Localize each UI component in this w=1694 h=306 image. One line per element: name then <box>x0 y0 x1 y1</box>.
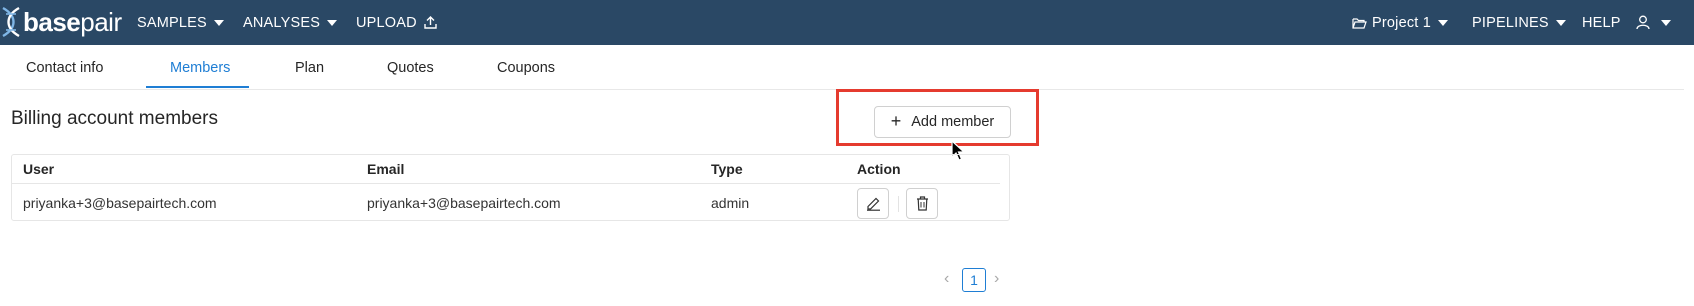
column-header-user: User <box>23 161 55 177</box>
column-header-email: Email <box>367 161 405 177</box>
members-table: User Email Type Action priyanka+3@basepa… <box>11 154 1010 221</box>
chevron-left-icon[interactable]: ‹ <box>944 270 949 288</box>
edit-icon <box>866 197 880 211</box>
column-header-type: Type <box>711 161 743 177</box>
nav-help-label: HELP <box>1582 14 1621 31</box>
nav-analyses-label: ANALYSES <box>243 14 321 31</box>
tab-plan[interactable]: Plan <box>295 45 324 90</box>
cell-user: priyanka+3@basepairtech.com <box>23 195 217 211</box>
nav-upload-label: UPLOAD <box>356 14 417 31</box>
nav-pipelines-label: PIPELINES <box>1472 14 1549 31</box>
tab-quotes[interactable]: Quotes <box>387 45 434 90</box>
tab-label: Contact info <box>26 59 104 76</box>
chevron-right-icon[interactable]: › <box>994 270 999 288</box>
basepair-logo[interactable]: basepair <box>0 5 122 39</box>
section-title: Billing account members <box>11 108 218 129</box>
header-divider <box>12 183 1000 184</box>
tab-contact-info[interactable]: Contact info <box>26 45 103 90</box>
upload-icon <box>424 16 437 29</box>
folder-icon <box>1352 17 1367 29</box>
caret-down-icon <box>327 20 338 26</box>
top-navbar: basepair SAMPLES ANALYSES UPLOAD Project… <box>0 0 1694 45</box>
user-icon <box>1636 15 1650 30</box>
edit-member-button[interactable] <box>857 188 889 219</box>
tab-members[interactable]: Members <box>170 45 230 90</box>
caret-down-icon <box>1661 20 1671 26</box>
caret-down-icon <box>213 20 224 26</box>
tab-label: Coupons <box>497 59 556 76</box>
tab-label: Members <box>170 59 231 76</box>
cell-email: priyanka+3@basepairtech.com <box>367 195 561 211</box>
nav-analyses[interactable]: ANALYSES <box>243 0 338 45</box>
nav-samples-label: SAMPLES <box>137 14 207 31</box>
delete-member-button[interactable] <box>906 188 938 219</box>
trash-icon <box>916 196 928 211</box>
tab-coupons[interactable]: Coupons <box>497 45 555 90</box>
action-divider <box>898 196 899 212</box>
tab-label: Plan <box>295 59 325 76</box>
tab-label: Quotes <box>387 59 434 76</box>
column-header-action: Action <box>857 161 901 177</box>
nav-user-menu[interactable] <box>1636 0 1671 45</box>
pagination-page[interactable]: 1 <box>962 268 986 292</box>
nav-project[interactable]: Project 1 <box>1352 0 1449 45</box>
active-tab-indicator <box>146 86 249 88</box>
dna-logo-icon <box>2 6 20 38</box>
nav-project-label: Project 1 <box>1372 14 1432 31</box>
caret-down-icon <box>1555 20 1566 26</box>
cell-type: admin <box>711 195 750 211</box>
nav-help[interactable]: HELP <box>1582 0 1621 45</box>
logo-text: basepair <box>23 6 122 37</box>
nav-upload[interactable]: UPLOAD <box>356 0 437 45</box>
nav-pipelines[interactable]: PIPELINES <box>1472 0 1566 45</box>
caret-down-icon <box>1438 20 1449 26</box>
billing-tabs: Contact info Members Plan Quotes Coupons <box>10 45 1684 90</box>
highlight-box <box>836 89 1039 146</box>
nav-samples[interactable]: SAMPLES <box>137 0 224 45</box>
